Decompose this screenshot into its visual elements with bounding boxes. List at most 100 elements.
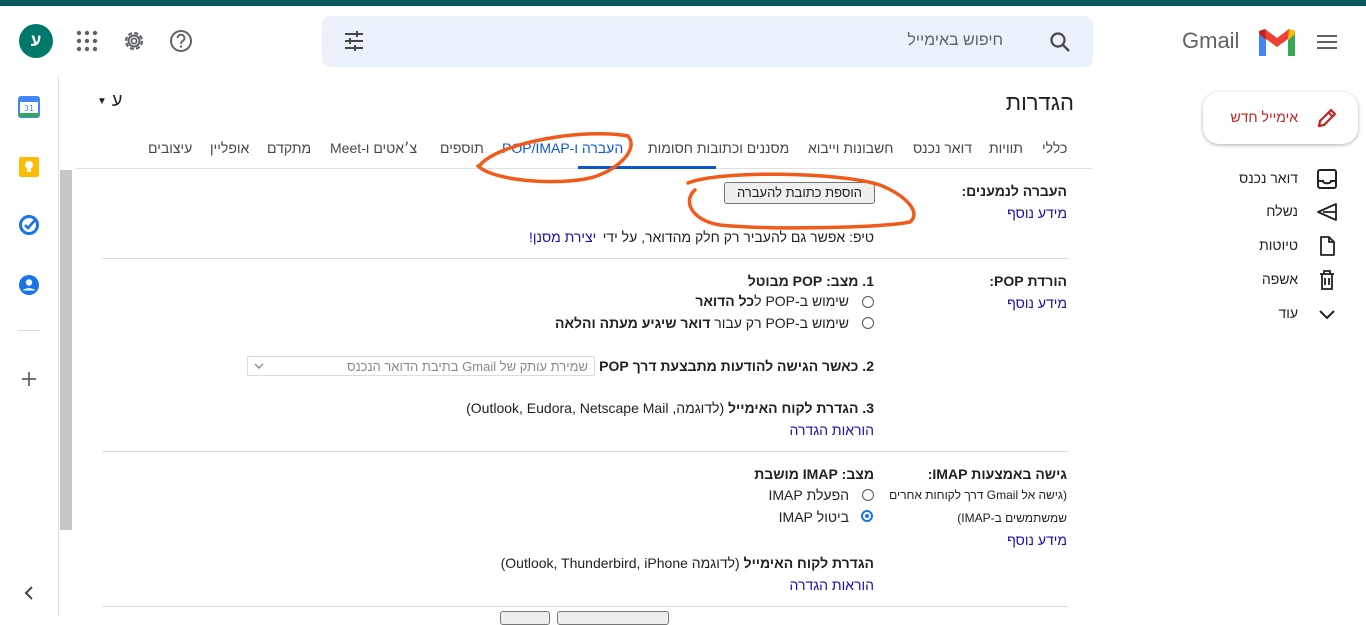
chevron-down-icon	[254, 363, 264, 369]
tab-filters[interactable]: מסננים וכתובות חסומות	[648, 140, 789, 156]
pop-label: הורדת POP:	[989, 273, 1067, 289]
search-input[interactable]: חיפוש באימייל	[907, 32, 1003, 50]
nav-item-sent[interactable]: נשלח	[1210, 197, 1360, 227]
imap-instructions-link[interactable]: הוראות הגדרה	[790, 577, 874, 593]
draft-icon	[1320, 236, 1335, 256]
imap-client-config-title: הגדרת לקוח האימייל	[743, 555, 874, 571]
imap-description-line2: שמשתמשים ב-IMAP)	[957, 511, 1067, 525]
imap-disable-radio[interactable]	[861, 510, 873, 522]
tab-inbox[interactable]: דואר נכנס	[913, 140, 972, 156]
imap-client-config: הגדרת לקוח האימייל (לדוגמה Outlook, Thun…	[501, 555, 874, 571]
page-title: הגדרות	[1005, 90, 1074, 115]
nav-item-inbox[interactable]: דואר נכנס	[1210, 164, 1360, 194]
pop-all-mail-option-b: כל הדואר	[695, 293, 755, 309]
gmail-wordmark: Gmail	[1182, 28, 1240, 53]
contacts-icon[interactable]	[18, 274, 40, 296]
annotation-overlay	[476, 132, 916, 230]
help-icon[interactable]	[168, 28, 194, 54]
collapse-icon[interactable]	[18, 582, 40, 604]
cancel-button[interactable]	[557, 611, 669, 625]
add-forwarding-address-button[interactable]: הוספת כתובת להעברה	[724, 182, 875, 204]
account-avatar[interactable]: ע	[19, 24, 53, 58]
inbox-icon	[1317, 169, 1337, 189]
imap-client-config-examples: (לדוגמה Outlook, Thunderbird, iPhone)	[500, 555, 744, 571]
forwarding-learn-more-link[interactable]: מידע נוסף	[1007, 205, 1067, 221]
pop-new-mail-option[interactable]: שימוש ב-POP רק עבור דואר שיגיע מעתה והלא…	[555, 315, 849, 331]
active-tab-indicator	[578, 166, 716, 169]
pop-new-mail-option-a: שימוש ב-POP רק עבור	[710, 315, 849, 331]
apps-grid-icon[interactable]	[76, 30, 98, 52]
imap-disable-option[interactable]: ביטול IMAP	[779, 509, 849, 525]
pop-status: 1. מצב: POP מבוטל	[747, 273, 874, 289]
imap-learn-more-link[interactable]: מידע נוסף	[1007, 532, 1067, 548]
search-options-icon[interactable]	[342, 29, 366, 53]
tab-general[interactable]: כללי	[1042, 140, 1067, 156]
search-icon[interactable]	[1048, 30, 1072, 54]
scrollbar[interactable]	[60, 170, 72, 530]
nav-label-sent: נשלח	[1266, 203, 1298, 219]
pop-when-accessed-label: 2. כאשר הגישה להודעות מתבצעת דרך POP	[599, 358, 874, 374]
tab-offline[interactable]: אופליין	[210, 140, 249, 156]
search-bar[interactable]: חיפוש באימייל	[322, 16, 1093, 67]
pop-client-config: 3. הגדרת לקוח האימייל (לדוגמה, Outlook, …	[466, 400, 874, 416]
side-panel-divider	[18, 330, 40, 331]
section-divider	[102, 258, 1068, 259]
compose-label: אימייל חדש	[1230, 109, 1298, 125]
pop-client-config-examples: (לדוגמה, Outlook, Eudora, Netscape Mail)	[466, 400, 728, 416]
pencil-icon	[1317, 108, 1337, 128]
save-changes-button[interactable]	[500, 611, 550, 625]
tab-labels[interactable]: תוויות	[989, 140, 1023, 156]
pop-new-mail-option-b: דואר שיגיע מעתה והלאה	[555, 315, 711, 331]
trash-icon	[1320, 270, 1334, 290]
forwarding-label: העברה לנמענים:	[961, 183, 1067, 199]
imap-description-line1: (גישה אל Gmail דרך לקוחות אחרים	[889, 488, 1067, 502]
pop-all-mail-option-a: שימוש ב-POP ל	[754, 293, 849, 309]
add-icon[interactable]	[18, 368, 40, 390]
nav-item-trash[interactable]: אשפה	[1210, 265, 1360, 295]
pop-all-mail-radio[interactable]	[862, 296, 874, 308]
settings-gear-icon[interactable]	[121, 28, 147, 54]
side-panel: 31	[0, 76, 59, 616]
tasks-icon[interactable]	[18, 214, 40, 236]
nav-label-trash: אשפה	[1261, 271, 1298, 287]
nav-item-more[interactable]: עוד	[1210, 299, 1360, 329]
pop-learn-more-link[interactable]: מידע נוסף	[1007, 295, 1067, 311]
tab-advanced[interactable]: מתקדם	[267, 140, 311, 156]
keep-icon[interactable]	[18, 156, 40, 178]
pop-client-config-title: 3. הגדרת לקוח האימייל	[728, 400, 874, 416]
tab-accounts[interactable]: חשבונות וייבוא	[808, 140, 894, 156]
forwarding-tip-text: טיפ: אפשר גם להעביר רק חלק מהדואר, על יד…	[602, 229, 874, 245]
send-icon	[1317, 203, 1337, 221]
tab-chat-meet[interactable]: צ׳אטים ו-Meet	[330, 140, 417, 156]
tab-forwarding-pop-imap[interactable]: העברה ו-POP/IMAP	[502, 140, 623, 156]
nav-label-more: עוד	[1278, 305, 1298, 321]
section-divider	[102, 451, 1068, 452]
nav-item-drafts[interactable]: טיוטות	[1210, 231, 1360, 261]
calendar-icon[interactable]: 31	[18, 96, 40, 118]
chevron-down-icon	[1319, 310, 1335, 320]
create-filter-link[interactable]: יצירת מסנן!	[529, 229, 596, 245]
imap-label: גישה באמצעות IMAP:	[927, 466, 1067, 482]
svg-text:31: 31	[24, 104, 34, 113]
pop-all-mail-option[interactable]: שימוש ב-POP לכל הדואר	[695, 293, 849, 309]
imap-status: מצב: IMAP מושבת	[754, 466, 874, 482]
input-tools-toggle[interactable]: ▼ ע	[97, 90, 122, 111]
top-header: ע חיפוש באימייל Gmail	[0, 6, 1366, 76]
imap-enable-option[interactable]: הפעלת IMAP	[769, 487, 850, 503]
nav-label-drafts: טיוטות	[1259, 237, 1298, 253]
settings-tabs: כללי תוויות דואר נכנס חשבונות וייבוא מסנ…	[76, 126, 1092, 169]
imap-enable-radio[interactable]	[862, 489, 874, 501]
input-tools-label: ע	[111, 90, 123, 110]
tab-themes[interactable]: עיצובים	[148, 140, 192, 156]
pop-action-select-value: שמירת עותק של Gmail בתיבת הדואר הנכנס	[347, 359, 588, 374]
gmail-logo-icon[interactable]	[1256, 28, 1298, 58]
forwarding-tip: טיפ: אפשר גם להעביר רק חלק מהדואר, על יד…	[603, 229, 874, 245]
section-divider	[102, 606, 1068, 607]
pop-new-mail-radio[interactable]	[862, 317, 874, 329]
compose-button[interactable]: אימייל חדש	[1203, 92, 1358, 144]
main-menu-icon[interactable]	[1313, 32, 1341, 52]
pop-instructions-link[interactable]: הוראות הגדרה	[790, 422, 874, 438]
tab-addons[interactable]: תוספים	[440, 140, 484, 156]
nav-label-inbox: דואר נכנס	[1239, 170, 1298, 186]
pop-action-select[interactable]: שמירת עותק של Gmail בתיבת הדואר הנכנס	[247, 356, 595, 376]
